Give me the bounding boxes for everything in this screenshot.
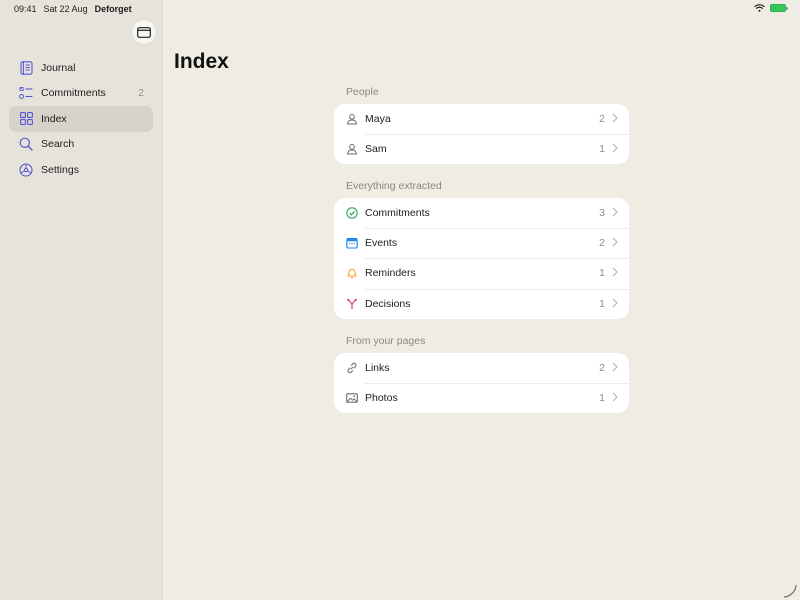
row-count: 1 [599, 143, 605, 156]
status-app-name: Deforget [94, 4, 132, 14]
row-label: Decisions [365, 297, 411, 310]
main-content: Index People Maya 2 Sam 1 Everything ext… [163, 0, 800, 600]
row-label: Reminders [365, 267, 416, 280]
row-count: 3 [599, 207, 605, 220]
calendar-icon [345, 236, 359, 250]
chevron-right-icon [612, 237, 618, 247]
row-label: Events [365, 237, 398, 250]
row-label: Commitments [365, 207, 430, 220]
chevron-right-icon [612, 267, 618, 277]
sidebar-item-index[interactable]: Index [9, 106, 153, 132]
sidebar-item-label: Index [41, 112, 67, 125]
checkmark-circle-icon [345, 206, 359, 220]
row-label: Links [365, 362, 390, 375]
row-count: 1 [599, 267, 605, 280]
section-title-extracted: Everything extracted [346, 180, 442, 192]
search-icon [19, 137, 33, 151]
person-icon [345, 142, 359, 156]
list-item-events[interactable]: Events 2 [334, 228, 629, 258]
sidebar-item-label: Settings [41, 163, 79, 176]
section-title-people: People [346, 86, 379, 98]
settings-icon [19, 163, 33, 177]
sidebar-item-commitments[interactable]: Commitments 2 [9, 81, 153, 107]
pages-card: Links 2 Photos 1 [334, 353, 629, 414]
sidebar-item-settings[interactable]: Settings [9, 157, 153, 183]
list-item-maya[interactable]: Maya 2 [334, 104, 629, 134]
row-label: Photos [365, 392, 398, 405]
chevron-right-icon [612, 207, 618, 217]
chevron-right-icon [612, 113, 618, 123]
checklist-icon [19, 86, 33, 100]
row-count: 1 [599, 297, 605, 310]
row-count: 2 [599, 362, 605, 375]
link-icon [345, 361, 359, 375]
sidebar-item-count: 2 [138, 87, 144, 100]
sidebar-toggle-button[interactable] [132, 20, 156, 44]
photo-icon [345, 391, 359, 405]
section-title-pages: From your pages [346, 335, 426, 347]
row-label: Maya [365, 113, 391, 126]
branch-icon [345, 297, 359, 311]
status-time: 09:41 [14, 4, 37, 14]
chevron-right-icon [612, 298, 618, 307]
battery-icon [770, 4, 788, 12]
list-item-links[interactable]: Links 2 [334, 353, 629, 383]
sidebar-nav: Journal Commitments 2 Index Search Setti… [9, 55, 153, 183]
status-bar-right [754, 4, 788, 12]
row-count: 2 [599, 113, 605, 126]
chevron-right-icon [612, 143, 618, 153]
list-item-decisions[interactable]: Decisions 1 [334, 288, 629, 319]
page-title: Index [174, 50, 229, 73]
sidebar-item-label: Search [41, 138, 75, 151]
sidebar-icon [137, 26, 151, 38]
extracted-card: Commitments 3 Events 2 Reminders 1 Decis… [334, 198, 629, 319]
sidebar-item-label: Commitments [41, 87, 106, 100]
row-count: 1 [599, 392, 605, 405]
status-bar-left: 09:41 Sat 22 Aug Deforget [14, 4, 132, 14]
list-item-sam[interactable]: Sam 1 [334, 134, 629, 164]
bell-icon [345, 266, 359, 280]
sidebar: 09:41 Sat 22 Aug Deforget Journal Commit… [0, 0, 163, 600]
list-item-commitments[interactable]: Commitments 3 [334, 198, 629, 228]
list-item-reminders[interactable]: Reminders 1 [334, 258, 629, 288]
row-count: 2 [599, 237, 605, 250]
resize-handle-icon[interactable] [783, 584, 797, 598]
status-date: Sat 22 Aug [43, 4, 88, 14]
row-label: Sam [365, 143, 387, 156]
chevron-right-icon [612, 392, 618, 402]
people-card: Maya 2 Sam 1 [334, 104, 629, 165]
person-icon [345, 112, 359, 126]
sidebar-item-journal[interactable]: Journal [9, 55, 153, 81]
list-item-photos[interactable]: Photos 1 [334, 383, 629, 413]
grid-icon [19, 112, 33, 126]
sidebar-item-search[interactable]: Search [9, 132, 153, 158]
sidebar-item-label: Journal [41, 61, 76, 74]
chevron-right-icon [612, 362, 618, 372]
journal-icon [19, 61, 33, 75]
wifi-icon [754, 4, 765, 12]
